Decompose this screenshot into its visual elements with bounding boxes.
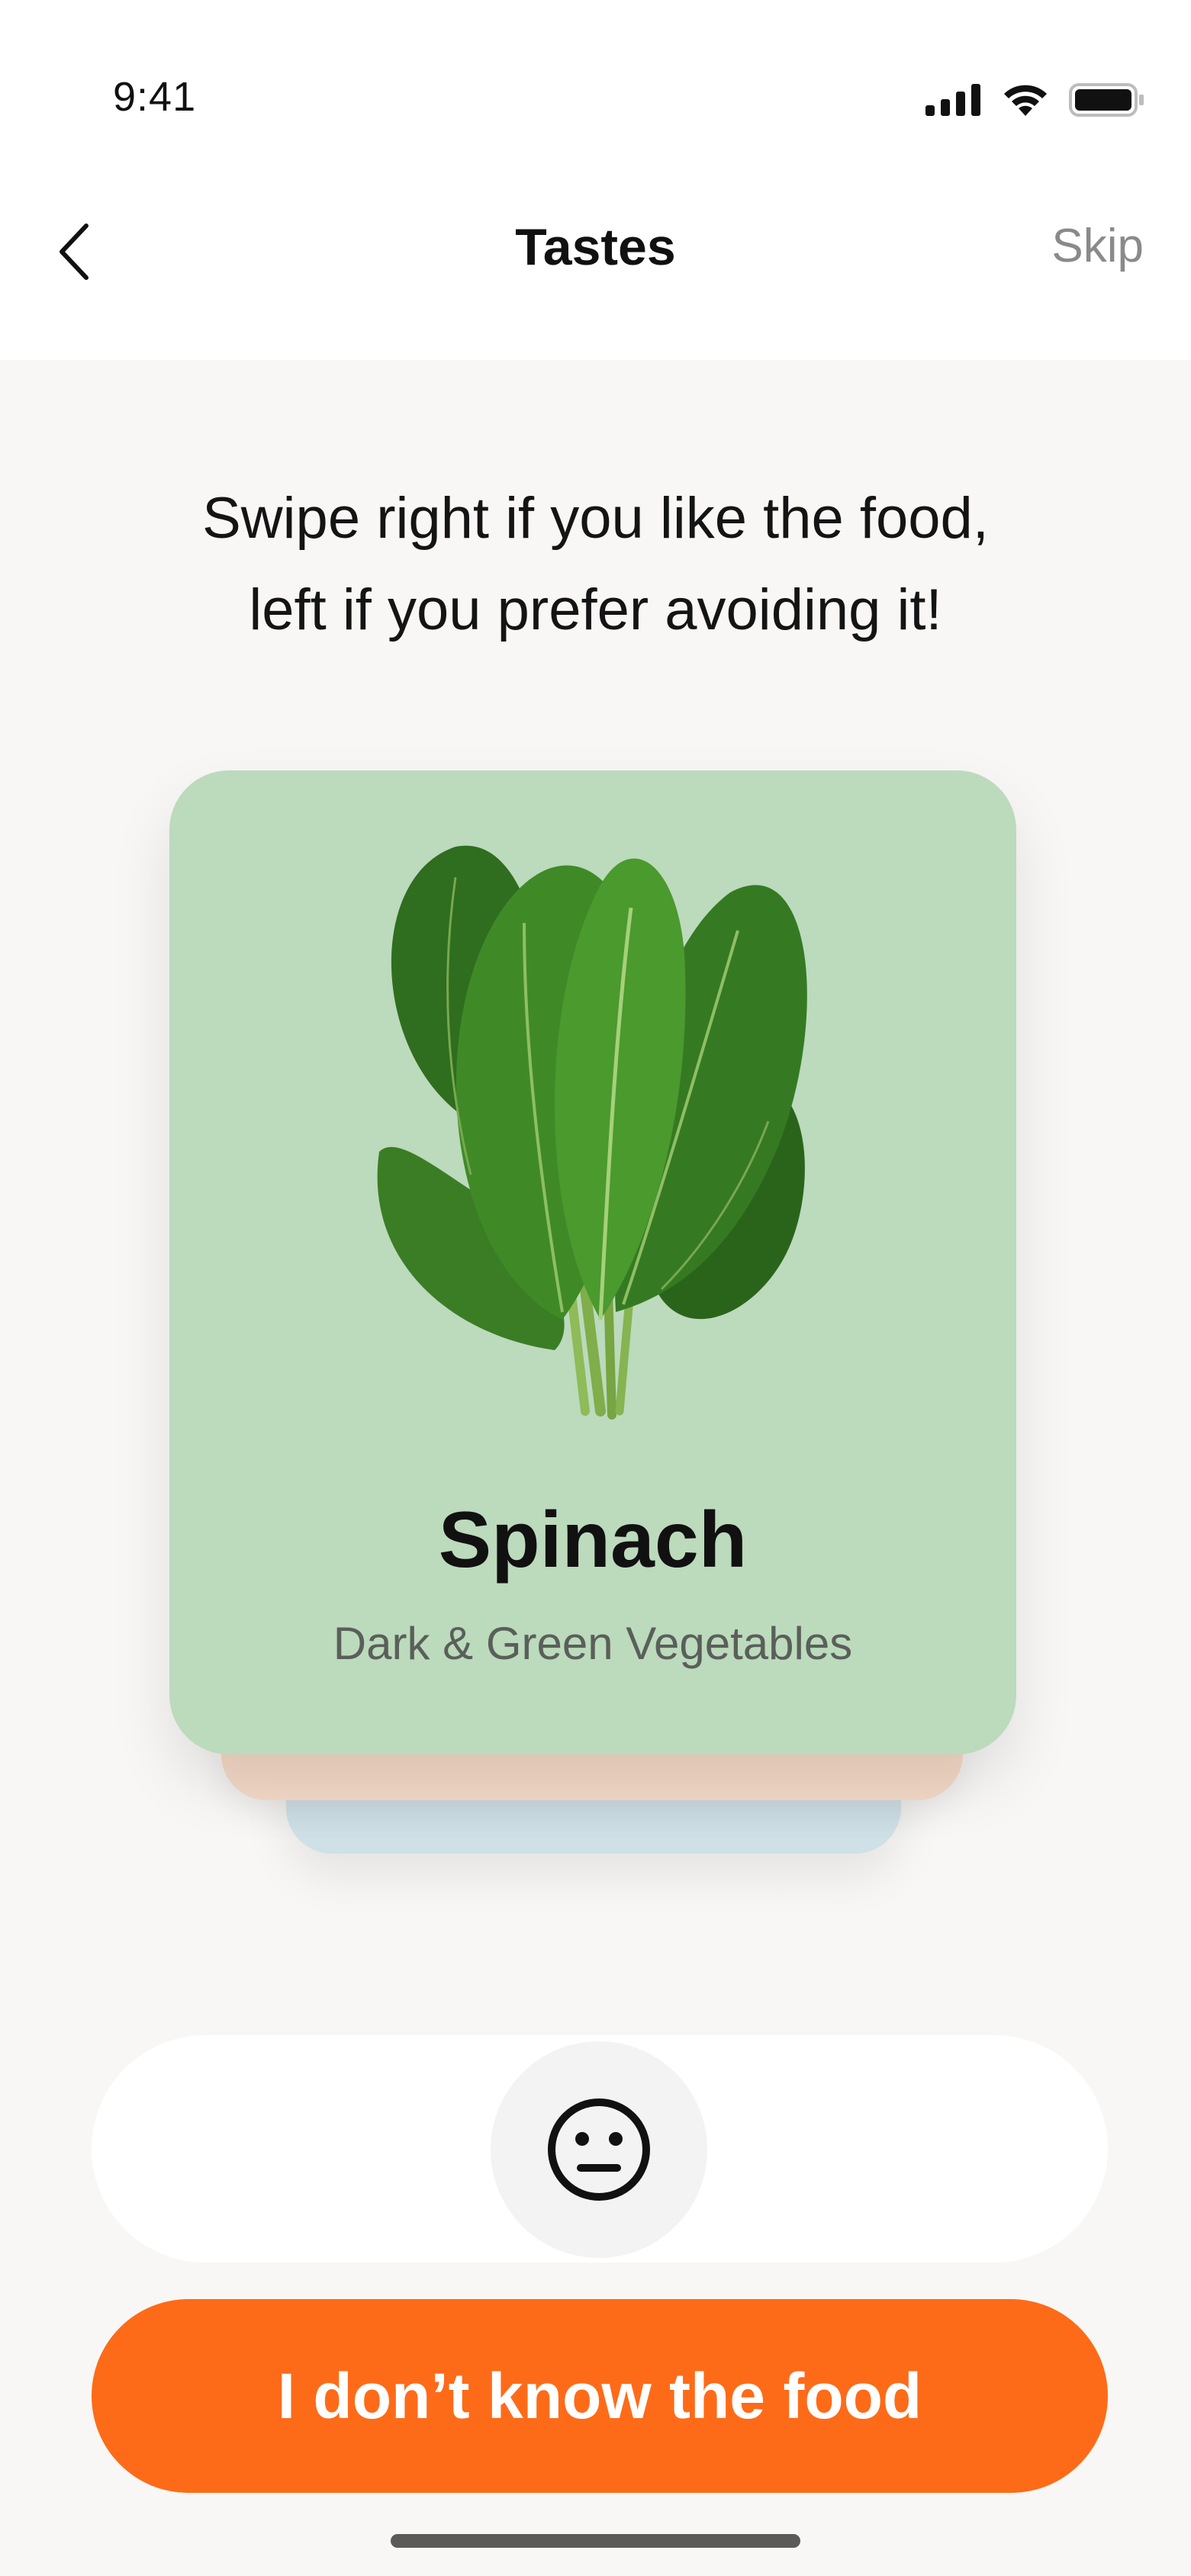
instruction-text: Swipe right if you like the food, left i… <box>92 473 1099 656</box>
wifi-icon <box>1004 85 1047 116</box>
instruction-line-2: left if you prefer avoiding it! <box>249 577 942 642</box>
rating-slider-handle[interactable] <box>491 2041 707 2258</box>
home-indicator <box>391 2534 800 2548</box>
battery-icon <box>1069 83 1144 117</box>
neutral-face-icon <box>548 2098 650 2201</box>
food-category: Dark & Green Vegetables <box>333 1618 853 1669</box>
page-title: Tastes <box>515 218 676 276</box>
skip-button[interactable]: Skip <box>1051 219 1144 273</box>
food-name: Spinach <box>438 1496 748 1584</box>
spinach-leaves-image <box>377 845 807 1420</box>
cellular-signal-icon <box>925 84 980 116</box>
rating-slider[interactable] <box>92 2035 1108 2262</box>
status-time: 9:41 <box>113 74 197 120</box>
screen: 9:41 Tastes Skip Swipe right if you like… <box>0 0 1191 2576</box>
instruction-line-1: Swipe right if you like the food, <box>202 486 989 551</box>
food-card[interactable]: Spinach Dark & Green Vegetables <box>169 770 1016 1754</box>
header: 9:41 Tastes Skip <box>0 0 1191 360</box>
dont-know-food-button[interactable]: I don’t know the food <box>92 2299 1108 2493</box>
status-icons <box>925 82 1145 117</box>
